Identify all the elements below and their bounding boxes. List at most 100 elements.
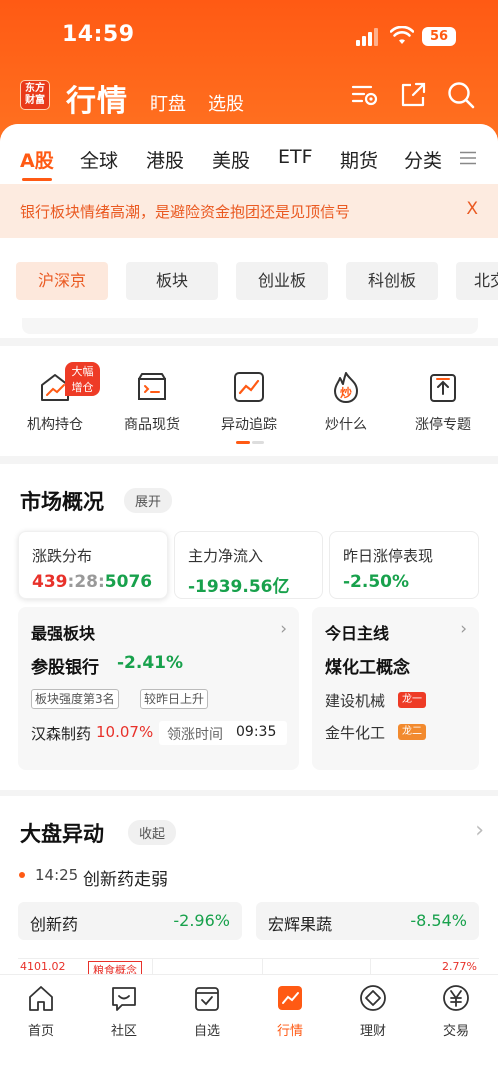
event-dot [19,872,25,878]
tab-etf[interactable]: ETF [278,146,313,168]
nav-label: 社区 [110,1024,137,1039]
card-main-net-inflow[interactable]: 主力净流入 -1939.56亿 [174,531,323,599]
search-icon[interactable] [446,80,476,110]
battery-icon: 56 [422,27,456,46]
chart-max-percent: 2.77% [442,960,477,973]
card-strongest-sector[interactable]: 最强板块 › 参股银行 -2.41% 板块强度第3名 较昨日上升 汉森制药 10… [18,607,299,770]
tab-us[interactable]: 美股 [212,146,250,173]
chevron-right-icon: › [460,619,467,639]
card-title: 涨跌分布 [32,547,93,565]
leader-tag: 龙二 [398,724,426,740]
tab-global[interactable]: 全球 [80,146,118,173]
sector-name: 参股银行 [31,658,99,678]
card-title: 今日主线 [325,624,390,643]
sector-rank-tag: 板块强度第3名 [31,689,119,709]
feature-shortcuts: 大幅增仓 机构持仓 商品现货 异动追踪 炒 炒什么 涨停专题 [0,346,498,456]
tab-a-shares[interactable]: A股 [20,146,54,173]
yen-icon [443,985,469,1011]
chevron-right-icon: › [280,619,287,639]
active-tab-indicator [22,178,52,181]
nav-watchlist[interactable]: 自选 [172,983,242,1039]
market-chip-chinext[interactable]: 创业板 [236,262,328,300]
status-time: 14:59 [62,22,135,47]
market-chip-bse[interactable]: 北交 [456,262,498,300]
market-chip-star[interactable]: 科创板 [346,262,438,300]
flame-icon: 炒 [334,372,358,403]
leader-tag: 龙一 [398,692,426,708]
rise-fall-values: 439:28:5076 [32,572,153,592]
shortcut-hot-topics[interactable]: 炒 炒什么 [301,370,391,434]
event-time: 14:25 [35,866,79,884]
lead-stock-name: 汉森制药 [31,725,92,743]
shortcut-label: 炒什么 [325,417,367,433]
nav-community[interactable]: 社区 [89,983,159,1039]
market-chip-sh-sz-bj[interactable]: 沪深京 [16,262,108,300]
shortcut-label: 异动追踪 [221,417,277,433]
news-banner-text[interactable]: 银行板块情绪高潮，是避险资金抱团还是见顶信号 [20,201,350,222]
movement-item[interactable]: 宏辉果蔬 -8.54% [256,902,479,940]
tab-hk[interactable]: 港股 [146,146,184,173]
card-title: 主力净流入 [188,547,264,565]
chat-icon [112,987,136,1011]
theme-stock-name: 建设机械 [325,692,386,710]
shortcut-label: 商品现货 [124,417,180,433]
nav-label: 交易 [442,1024,469,1039]
increase-badge: 大幅增仓 [65,362,100,396]
nav-wealth[interactable]: 理财 [338,983,408,1039]
market-overview-section: 市场概况 展开 涨跌分布 439:28:5076 主力净流入 -1939.56亿… [0,464,498,790]
theme-stock-name: 金牛化工 [325,724,386,742]
expand-button[interactable]: 展开 [124,488,173,513]
card-rise-fall-distribution[interactable]: 涨跌分布 439:28:5076 [18,531,168,599]
sector-trend-tag: 较昨日上升 [140,689,209,709]
section-title: 大盘异动 [20,822,104,846]
section-title: 市场概况 [20,490,104,514]
menu-icon[interactable] [460,151,476,165]
shortcut-label: 涨停专题 [415,417,471,433]
shortcut-institution-holdings[interactable]: 大幅增仓 机构持仓 [10,362,100,434]
commodity-box-icon [138,373,166,400]
diamond-icon [360,985,386,1011]
close-icon[interactable]: X [466,199,478,219]
nav-label: 理财 [359,1024,386,1039]
news-banner[interactable]: 银行板块情绪高潮，是避险资金抱团还是见顶信号 X [0,184,498,238]
movement-item-name: 宏辉果蔬 [268,915,333,934]
market-chip-sector[interactable]: 板块 [126,262,218,300]
settings-list-icon[interactable] [350,80,380,110]
chevron-right-icon[interactable]: › [475,818,484,843]
status-bar: 14:59 56 [0,0,498,72]
shortcut-commodity-spot[interactable]: 商品现货 [107,370,197,434]
collapse-button[interactable]: 收起 [128,820,177,845]
event-text[interactable]: 创新药走弱 [83,865,168,890]
home-icon [29,986,53,1011]
tab-stock-picker[interactable]: 选股 [208,90,244,116]
shortcut-label: 机构持仓 [27,417,83,433]
net-inflow-value: -1939.56亿 [188,577,290,597]
lead-stock-change: 10.07% [96,723,154,741]
wifi-icon [390,26,414,44]
tab-watch[interactable]: 盯盘 [150,90,186,116]
market-movement-section: 大盘异动 收起 › 14:25 创新药走弱 创新药 -2.96% 宏辉果蔬 -8… [0,796,498,984]
flame-icon-text: 炒 [340,386,352,400]
page-indicator [236,441,264,444]
share-icon[interactable] [398,80,428,110]
card-yesterday-limit-up[interactable]: 昨日涨停表现 -2.50% [329,531,479,599]
movement-item-value: -8.54% [410,911,467,930]
market-selector: 沪深京 板块 创业板 科创板 北交 [0,238,498,338]
nav-market[interactable]: 行情 [255,983,325,1039]
nav-home[interactable]: 首页 [6,983,76,1039]
limit-time-label: 领涨时间 [167,727,223,743]
market-chart-icon [278,986,302,1010]
movement-item-name: 创新药 [30,915,79,934]
card-main-theme[interactable]: 今日主线 › 煤化工概念 建设机械 龙一 金牛化工 龙二 [312,607,479,770]
shortcut-anomaly-tracking[interactable]: 异动追踪 [204,370,294,434]
tab-futures[interactable]: 期货 [340,146,378,173]
checklist-icon [195,987,219,1011]
nav-trade[interactable]: 交易 [421,983,491,1039]
shortcut-limit-up[interactable]: 涨停专题 [398,370,488,434]
sector-change: -2.41% [117,653,184,673]
brand-logo: 东方 财富 [20,80,50,110]
tab-category[interactable]: 分类 [404,146,442,173]
movement-item[interactable]: 创新药 -2.96% [18,902,242,940]
nav-label: 自选 [193,1024,220,1039]
limit-up-icon [430,374,456,402]
